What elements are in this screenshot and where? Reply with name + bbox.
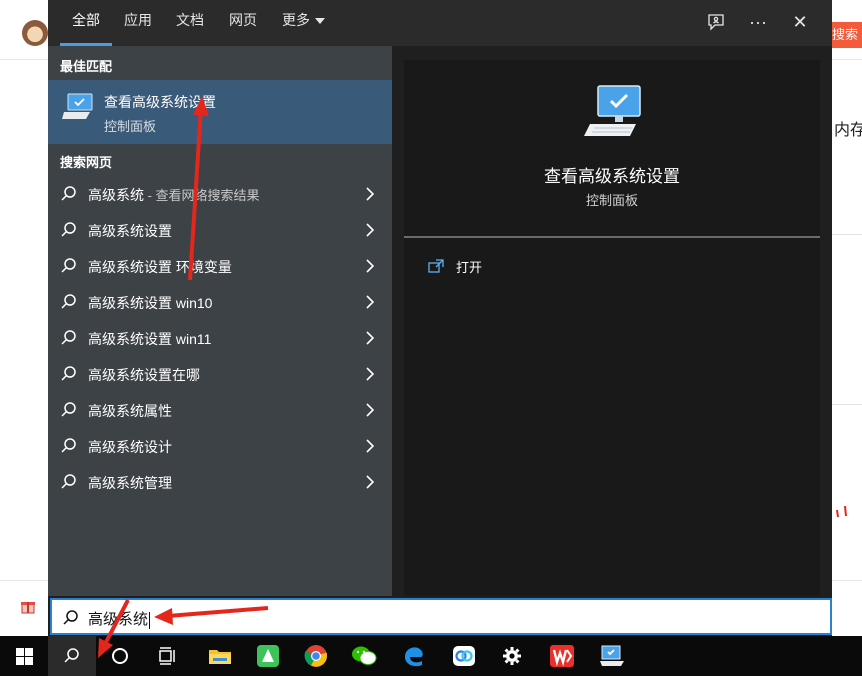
best-match-heading: 最佳匹配 <box>60 59 113 74</box>
chevron-down-icon <box>315 18 325 25</box>
best-match-item[interactable]: 查看高级系统设置 控制面板 <box>48 80 392 144</box>
file-explorer-icon[interactable] <box>196 636 244 676</box>
results-list: 最佳匹配 查看高级系统设置 控制面板 搜索网页 高级系统 - 查看网络搜索结果 … <box>48 46 392 596</box>
edge-icon[interactable] <box>390 636 438 676</box>
text-cursor <box>149 611 151 629</box>
green-app-icon[interactable] <box>244 636 292 676</box>
chrome-icon[interactable] <box>292 636 340 676</box>
chevron-right-icon <box>366 475 374 489</box>
web-search-item[interactable]: 高级系统设置 <box>48 212 392 248</box>
chevron-right-icon <box>366 295 374 309</box>
search-panel: 全部 应用 文档 网页 更多 ··· ✕ 最佳匹配 查看高级系统设置 控制面板 … <box>48 0 832 636</box>
best-match-subtitle: 控制面板 <box>104 119 157 134</box>
windows-start-icon[interactable] <box>0 636 48 676</box>
search-icon <box>61 402 76 417</box>
web-search-item[interactable]: 高级系统设计 <box>48 428 392 464</box>
chevron-right-icon <box>366 187 374 201</box>
wechat-icon[interactable] <box>340 636 388 676</box>
background-side-text: 内存 <box>834 122 862 139</box>
web-search-label: 高级系统设置在哪 <box>88 367 200 383</box>
web-search-label: 高级系统设计 <box>88 439 172 455</box>
settings-icon[interactable] <box>488 636 536 676</box>
tab-web[interactable]: 网页 <box>229 0 257 46</box>
search-icon <box>63 610 78 625</box>
cortana-icon[interactable] <box>96 636 144 676</box>
open-icon <box>428 259 444 273</box>
web-search-item[interactable]: 高级系统设置 环境变量 <box>48 248 392 284</box>
divider <box>832 234 862 235</box>
chevron-right-icon <box>366 259 374 273</box>
search-input-text: 高级系统 <box>88 611 151 629</box>
web-search-item[interactable]: 高级系统设置 win11 <box>48 320 392 356</box>
web-search-item[interactable]: 高级系统设置 win10 <box>48 284 392 320</box>
web-search-heading: 搜索网页 <box>60 155 113 170</box>
search-icon <box>61 330 76 345</box>
more-options-icon[interactable]: ··· <box>746 10 770 34</box>
chevron-right-icon <box>366 223 374 237</box>
search-icon <box>61 222 76 237</box>
tab-all[interactable]: 全部 <box>60 0 112 46</box>
web-search-label: 高级系统设置 环境变量 <box>88 259 232 275</box>
preview-title: 查看高级系统设置 <box>544 167 680 186</box>
web-search-item[interactable]: 高级系统属性 <box>48 392 392 428</box>
taskbar <box>0 636 862 676</box>
web-search-label: 高级系统 - 查看网络搜索结果 <box>88 187 260 203</box>
search-input[interactable]: 高级系统 <box>50 598 832 635</box>
web-search-item[interactable]: 高级系统管理 <box>48 464 392 500</box>
preview-divider <box>404 236 820 238</box>
search-icon <box>61 294 76 309</box>
tab-apps[interactable]: 应用 <box>124 0 152 46</box>
chevron-right-icon <box>366 439 374 453</box>
web-search-item[interactable]: 高级系统设置在哪 <box>48 356 392 392</box>
wps-icon[interactable] <box>538 636 586 676</box>
feedback-icon[interactable] <box>704 10 728 34</box>
preview-pane: 查看高级系统设置 控制面板 打开 <box>404 60 820 596</box>
web-search-label: 高级系统设置 win11 <box>88 331 212 347</box>
web-search-label: 高级系统设置 <box>88 223 172 239</box>
task-view-icon[interactable] <box>144 636 192 676</box>
system-settings-icon <box>584 85 641 136</box>
gift-icon <box>21 602 35 614</box>
search-icon <box>61 438 76 453</box>
tab-bar: 全部 应用 文档 网页 更多 ··· ✕ <box>48 0 832 46</box>
close-icon[interactable]: ✕ <box>788 10 812 34</box>
search-icon <box>61 474 76 489</box>
system-settings-icon <box>62 93 93 119</box>
search-icon <box>61 186 76 201</box>
web-search-item[interactable]: 高级系统 - 查看网络搜索结果 <box>48 176 392 212</box>
chevron-right-icon <box>366 367 374 381</box>
divider <box>832 404 862 405</box>
preview-subtitle: 控制面板 <box>585 193 638 208</box>
open-label: 打开 <box>456 259 483 275</box>
web-search-label: 高级系统属性 <box>88 403 172 419</box>
web-search-label: 高级系统管理 <box>88 475 172 491</box>
chevron-right-icon <box>366 331 374 345</box>
open-action[interactable]: 打开 <box>428 256 482 276</box>
search-icon[interactable] <box>48 636 96 676</box>
web-search-label: 高级系统设置 win10 <box>88 295 213 311</box>
background-search-button[interactable]: 搜索 <box>830 22 862 48</box>
chevron-right-icon <box>366 403 374 417</box>
red-mark-icon <box>836 505 847 518</box>
search-icon <box>61 366 76 381</box>
avatar[interactable] <box>22 20 48 46</box>
search-icon <box>61 258 76 273</box>
cloud-drive-icon[interactable] <box>440 636 488 676</box>
best-match-title: 查看高级系统设置 <box>104 94 216 110</box>
tab-documents[interactable]: 文档 <box>176 0 204 46</box>
control-panel-icon[interactable] <box>588 636 636 676</box>
tab-more[interactable]: 更多 <box>282 0 325 46</box>
